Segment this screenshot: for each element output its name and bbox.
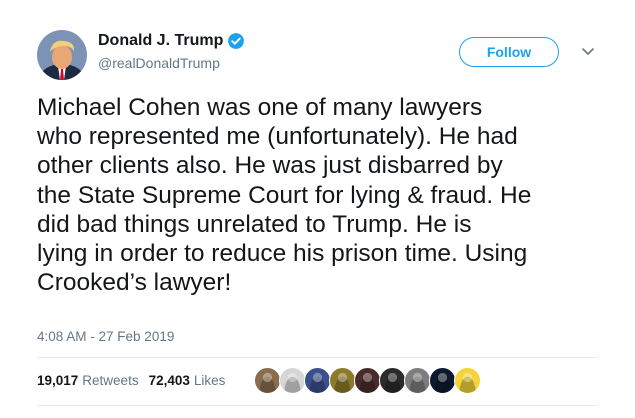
divider: [37, 405, 598, 406]
likers-avatar-list: [254, 367, 481, 395]
author-name[interactable]: Donald J. Trump: [98, 32, 223, 50]
avatar-icon: [355, 368, 380, 393]
liker-avatar-earth[interactable]: [429, 367, 456, 394]
divider: [37, 357, 598, 358]
avatar-portrait-icon: [37, 30, 87, 80]
liker-avatar-figure[interactable]: [304, 367, 331, 394]
avatar-icon: [430, 368, 455, 393]
avatar-icon: [405, 368, 430, 393]
likes-stat[interactable]: 72,403 Likes: [149, 373, 226, 388]
liker-avatar-emoji[interactable]: [454, 367, 481, 394]
author-avatar[interactable]: [37, 30, 87, 80]
avatar-icon: [305, 368, 330, 393]
liker-avatar-gray[interactable]: [404, 367, 431, 394]
follow-button[interactable]: Follow: [459, 37, 559, 67]
likes-label: Likes: [193, 373, 226, 388]
retweets-stat[interactable]: 19,017 Retweets: [37, 373, 139, 388]
avatar-icon: [380, 368, 405, 393]
avatar-icon: [330, 368, 355, 393]
retweets-label: Retweets: [82, 373, 139, 388]
liker-avatar-portrait[interactable]: [379, 367, 406, 394]
author-handle[interactable]: @realDonaldTrump: [98, 55, 220, 71]
liker-avatar-cartoon[interactable]: [329, 367, 356, 394]
retweets-count: 19,017: [37, 373, 79, 388]
tweet-text: Michael Cohen was one of many lawyers wh…: [37, 94, 532, 297]
liker-avatar-dog[interactable]: [254, 367, 281, 394]
avatar-icon: [455, 368, 480, 393]
tweet-stats: 19,017 Retweets 72,403 Likes: [37, 373, 225, 388]
tweet-timestamp[interactable]: 4:08 AM - 27 Feb 2019: [37, 329, 174, 344]
chevron-down-icon[interactable]: [581, 46, 595, 56]
avatar-icon: [255, 368, 280, 393]
verified-badge-icon: [228, 33, 245, 49]
liker-avatar-face[interactable]: [279, 367, 306, 394]
liker-avatar-person[interactable]: [354, 367, 381, 394]
likes-count: 72,403: [148, 373, 190, 388]
avatar-icon: [280, 368, 305, 393]
